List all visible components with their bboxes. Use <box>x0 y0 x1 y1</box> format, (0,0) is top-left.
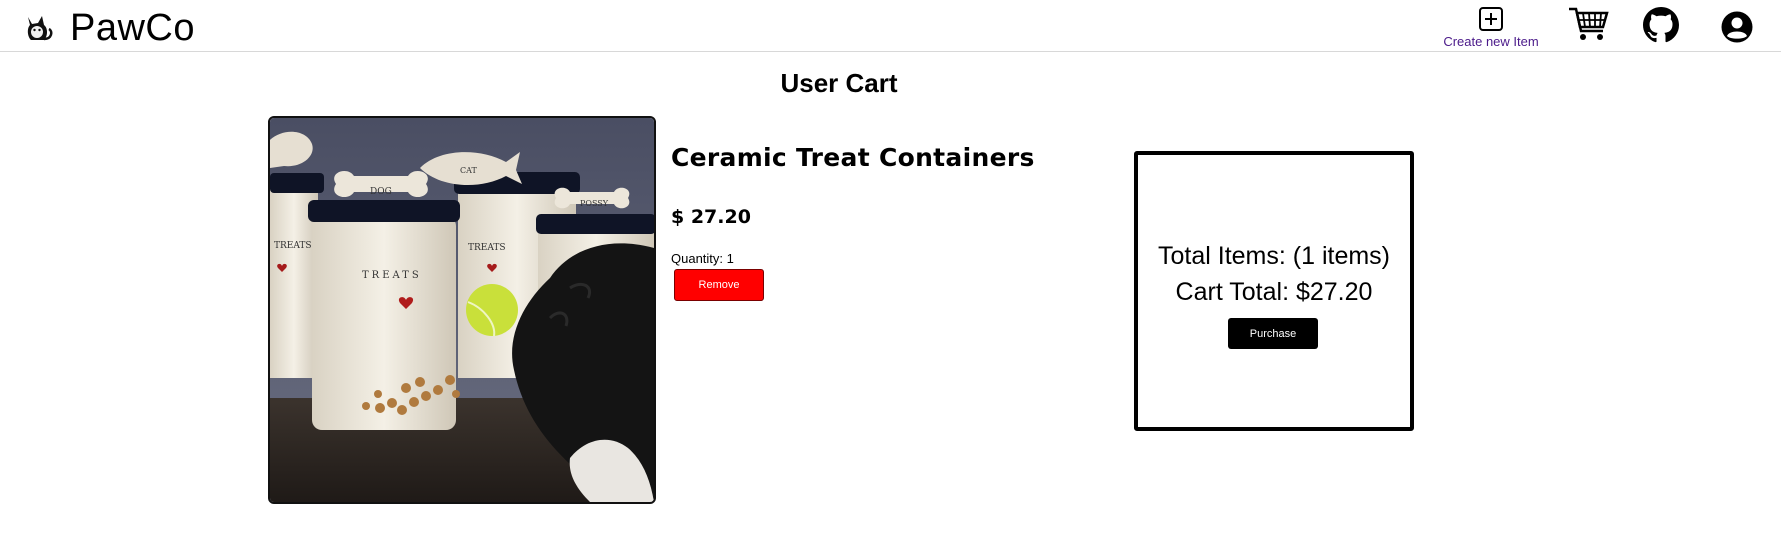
cart-total-text: Cart Total: $27.20 <box>1175 278 1373 306</box>
remove-button[interactable]: Remove <box>674 269 764 301</box>
lid-text-middle: CAT <box>460 166 477 175</box>
shopping-cart-icon[interactable] <box>1567 5 1609 43</box>
product-name: Ceramic Treat Containers <box>671 143 1035 172</box>
page-title: User Cart <box>780 68 898 98</box>
brand-name: PawCo <box>70 7 195 49</box>
user-circle-icon[interactable] <box>1720 10 1754 44</box>
product-image[interactable]: TREATS CAT TREATS POSSY DOG TREATS <box>268 116 656 504</box>
jar-text-middle: TREATS <box>468 243 506 253</box>
jar-text-front: TREATS <box>362 270 422 281</box>
product-price: $ 27.20 <box>671 206 751 228</box>
jar-text-left: TREATS <box>274 241 312 251</box>
total-items-text: Total Items: (1 items) <box>1158 242 1390 270</box>
create-item-label: Create new Item <box>1443 34 1539 49</box>
lid-text-right: POSSY <box>580 199 609 208</box>
cart-summary-box: Total Items: (1 items) Cart Total: $27.2… <box>1134 151 1414 431</box>
plus-square-icon <box>1479 7 1503 31</box>
top-navbar: PawCo Create new Item <box>0 0 1781 52</box>
purchase-button[interactable]: Purchase <box>1228 318 1318 349</box>
brand-link[interactable]: PawCo <box>22 6 195 50</box>
lid-text-left: DOG <box>370 187 392 197</box>
quantity-label: Quantity: 1 <box>671 251 734 266</box>
github-icon[interactable] <box>1643 7 1679 43</box>
create-item-link[interactable]: Create new Item <box>1436 6 1546 49</box>
cat-icon <box>27 16 53 41</box>
